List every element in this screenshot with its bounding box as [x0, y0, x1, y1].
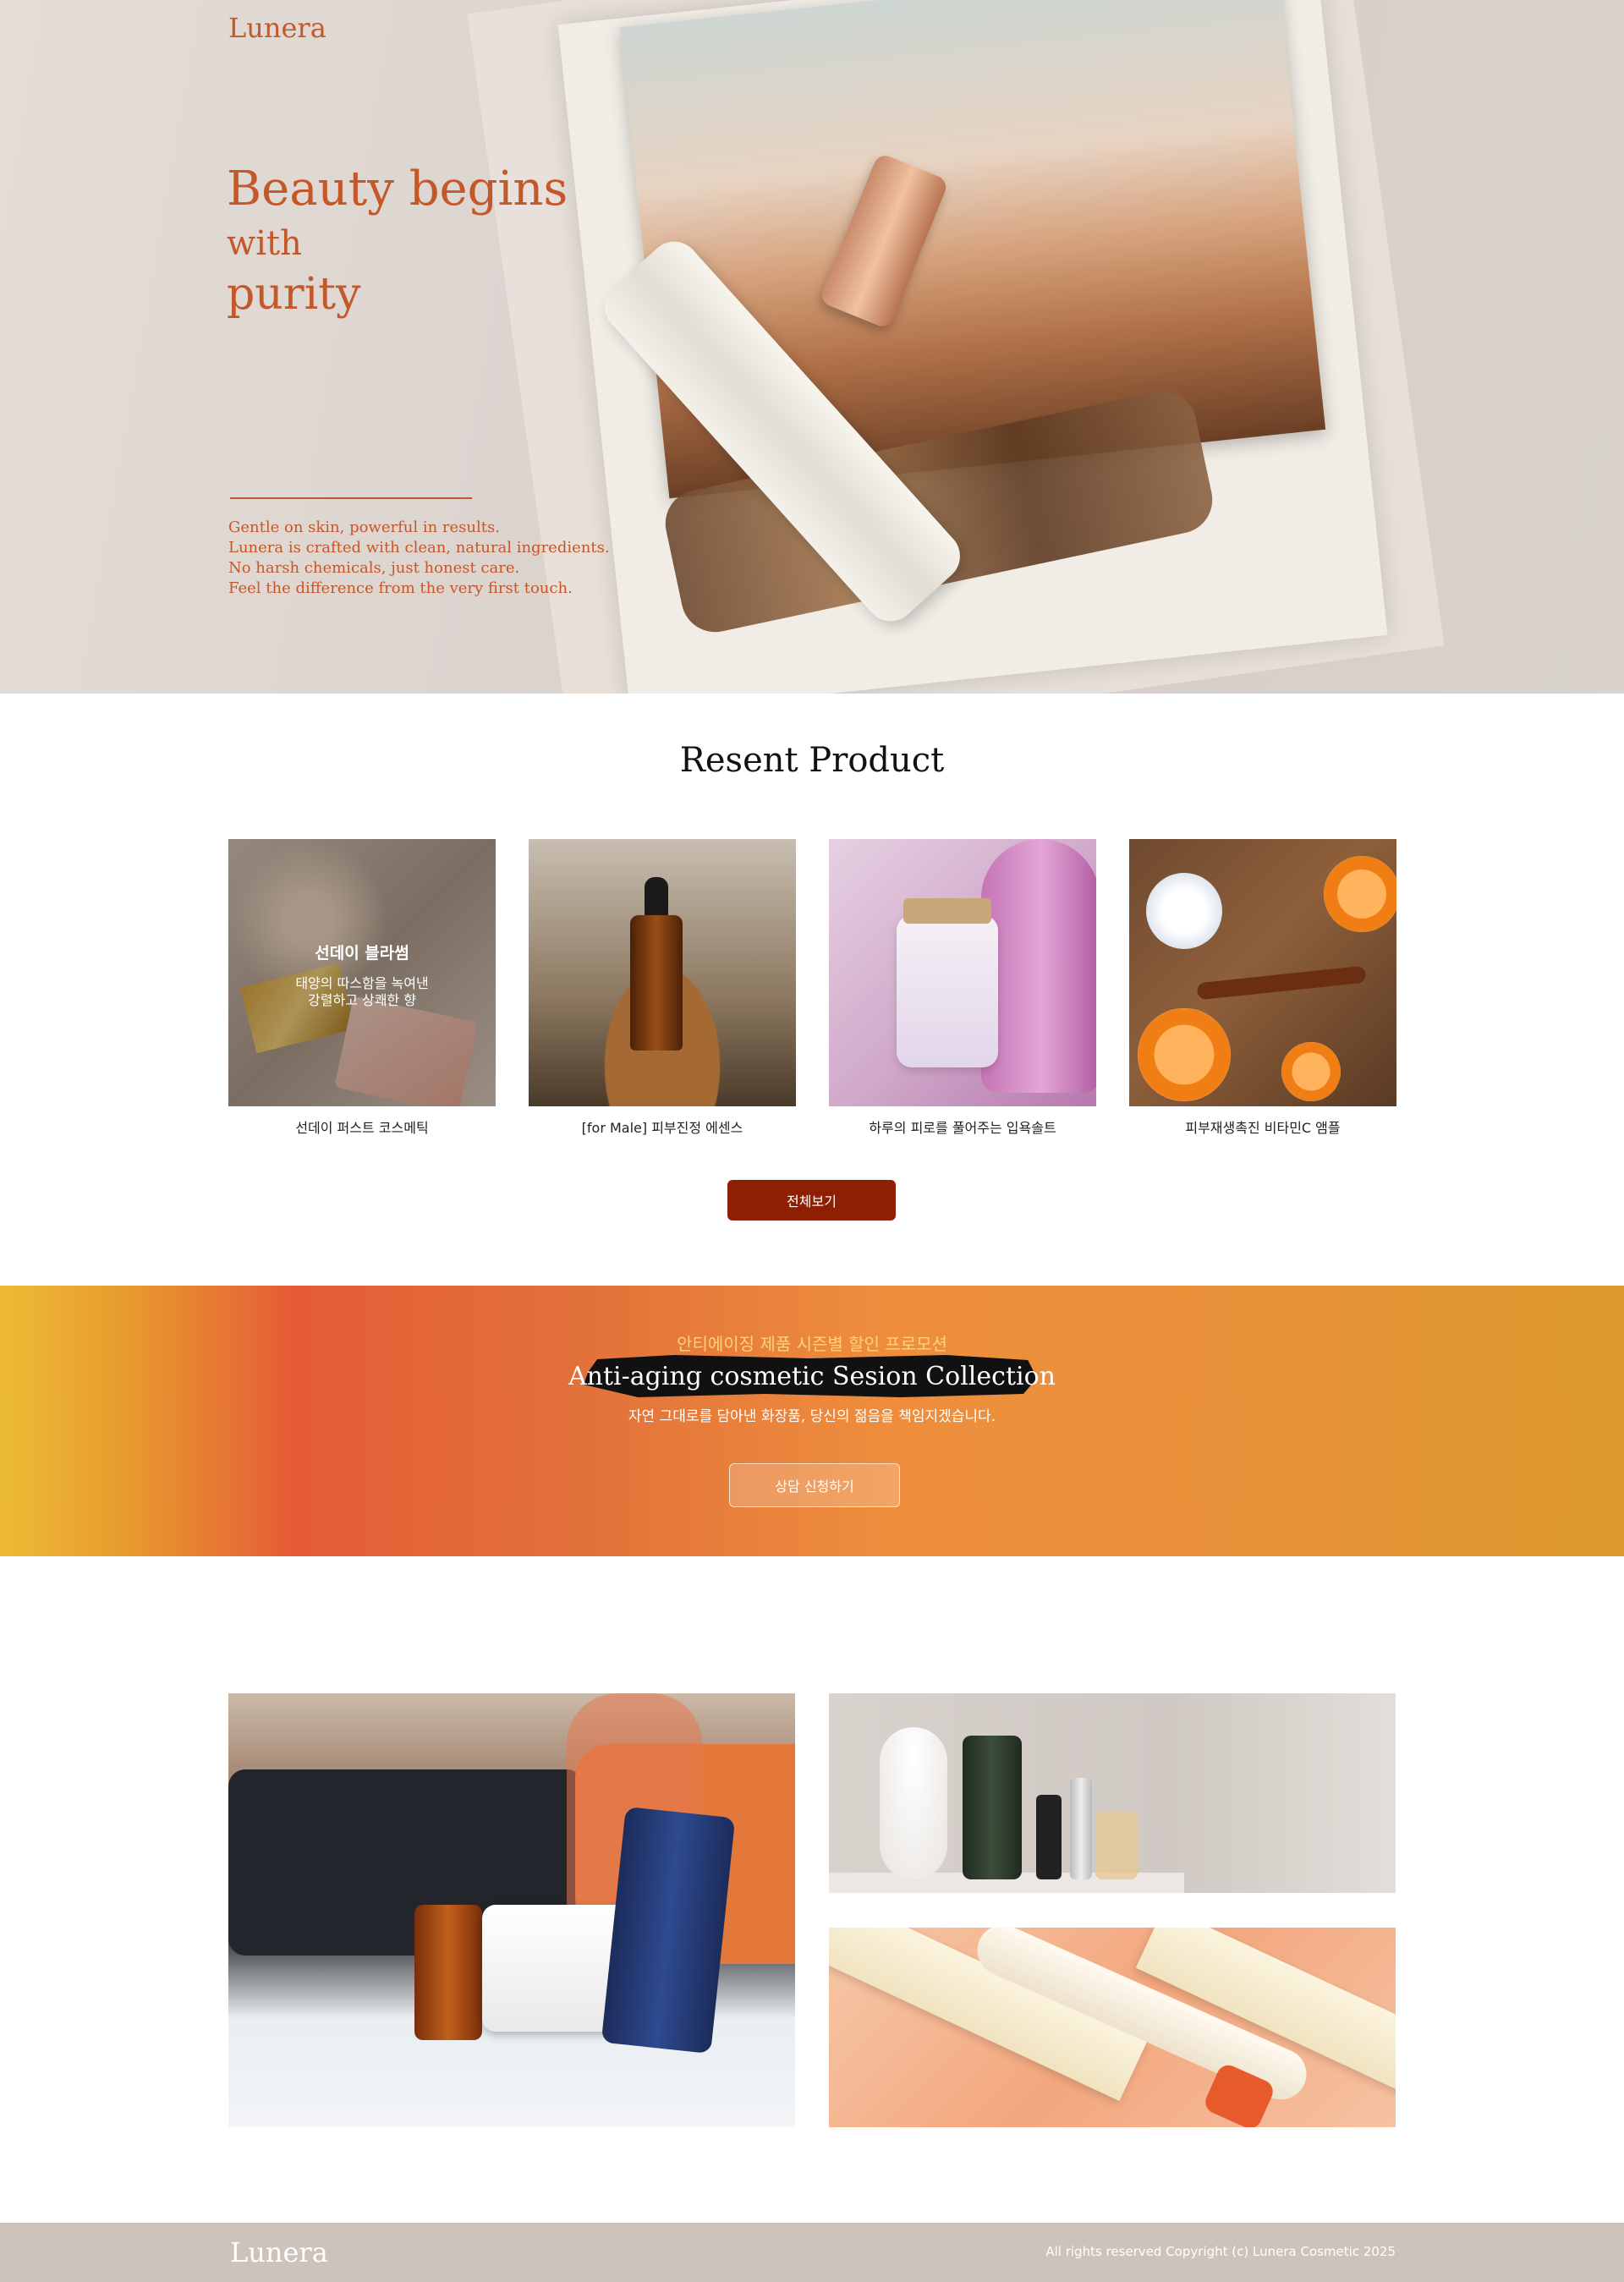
- perfume-bottle-shape: [334, 996, 478, 1106]
- page: Lunera Beauty begins with purity Gentle …: [0, 0, 1624, 2282]
- product-image[interactable]: [829, 839, 1096, 1106]
- footer-copyright: All rights reserved Copyright (c) Lunera…: [1045, 2244, 1396, 2259]
- serum-bottle-shape: [414, 1905, 482, 2040]
- product-hover-overlay: 선데이 블라썸 태양의 따스함을 녹여낸 강렬하고 상쾌한 향: [228, 941, 496, 1009]
- product-card[interactable]: 피부재생촉진 비타민C 앰플: [1129, 839, 1396, 1137]
- hero-section: Lunera Beauty begins with purity Gentle …: [0, 0, 1624, 694]
- product-name[interactable]: 선데이 퍼스트 코스메틱: [228, 1116, 496, 1137]
- promo-subtitle: 자연 그대로를 담아낸 화장품, 당신의 젊음을 책임지겠습니다.: [628, 1408, 996, 1425]
- hero-title-line-2: with: [227, 224, 302, 263]
- orange-slice-shape: [1138, 1008, 1231, 1101]
- overlay-line: 강렬하고 상쾌한 향: [308, 992, 416, 1008]
- bath-salt-jar-shape: [897, 915, 998, 1067]
- small-bottle-shape: [1036, 1795, 1062, 1879]
- footer: Lunera All rights reserved Copyright (c)…: [0, 2223, 1624, 2282]
- hero-title-line-1: Beauty begins: [227, 162, 568, 217]
- product-card[interactable]: [for Male] 피부진정 에센스: [529, 839, 796, 1137]
- product-card[interactable]: 하루의 피로를 풀어주는 입욕솔트: [829, 839, 1096, 1137]
- gallery-image-large: [228, 1693, 795, 2127]
- product-image[interactable]: [529, 839, 796, 1106]
- hero-description-line: No harsh chemicals, just honest care.: [228, 559, 520, 577]
- recent-products-title: Resent Product: [679, 741, 945, 780]
- hero-title: Beauty begins with purity: [227, 162, 568, 320]
- product-name[interactable]: [for Male] 피부진정 에센스: [529, 1116, 796, 1137]
- hero-description-line: Lunera is crafted with clean, natural in…: [228, 539, 610, 557]
- cork-lid-shape: [903, 898, 991, 924]
- hero-description: Gentle on skin, powerful in results. Lun…: [228, 518, 610, 599]
- product-image[interactable]: 선데이 블라썸 태양의 따스함을 녹여낸 강렬하고 상쾌한 향: [228, 839, 496, 1106]
- footer-logo[interactable]: Lunera: [230, 2236, 328, 2268]
- overlay-line: 태양의 따스함을 녹여낸: [295, 975, 429, 991]
- cotton-shape: [1146, 873, 1222, 949]
- promo-kicker: 안티에이징 제품 시즌별 할인 프로모션: [677, 1334, 947, 1354]
- header-logo[interactable]: Lunera: [228, 12, 326, 44]
- gallery-image-bottom: [829, 1928, 1396, 2127]
- product-image[interactable]: [1129, 839, 1396, 1106]
- vase-shape: [981, 839, 1096, 1093]
- vase-shape: [880, 1727, 947, 1879]
- face-fuel-tube-shape: [601, 1806, 736, 2054]
- hero-divider: [230, 497, 472, 499]
- product-name[interactable]: 하루의 피로를 풀어주는 입욕솔트: [829, 1116, 1096, 1137]
- pump-bottle-shape: [963, 1736, 1022, 1879]
- orange-slice-shape: [1281, 1042, 1341, 1101]
- orange-slice-shape: [1324, 856, 1396, 932]
- consultation-button[interactable]: 상담 신청하기: [729, 1463, 900, 1507]
- serum-bottle-shape: [630, 915, 683, 1050]
- hero-description-line: Feel the difference from the very first …: [228, 579, 573, 597]
- overlay-title: 선데이 블라썸: [315, 944, 409, 963]
- dropper-cap-shape: [645, 877, 668, 919]
- view-all-button[interactable]: 전체보기: [727, 1180, 896, 1221]
- product-card[interactable]: 선데이 블라썸 태양의 따스함을 녹여낸 강렬하고 상쾌한 향 선데이 퍼스트 …: [228, 839, 496, 1137]
- promo-banner: 안티에이징 제품 시즌별 할인 프로모션 Anti-aging cosmetic…: [0, 1286, 1624, 1556]
- small-bottle-shape: [1095, 1812, 1138, 1879]
- promo-headline: Anti-aging cosmetic Sesion Collection: [568, 1362, 1056, 1391]
- gallery-image-top: [829, 1693, 1396, 1893]
- hero-title-line-3: purity: [227, 269, 361, 320]
- product-name[interactable]: 피부재생촉진 비타민C 앰플: [1129, 1116, 1396, 1137]
- hero-description-line: Gentle on skin, powerful in results.: [228, 518, 500, 536]
- small-bottle-shape: [1070, 1778, 1092, 1879]
- ampoule-shape: [1196, 965, 1367, 1001]
